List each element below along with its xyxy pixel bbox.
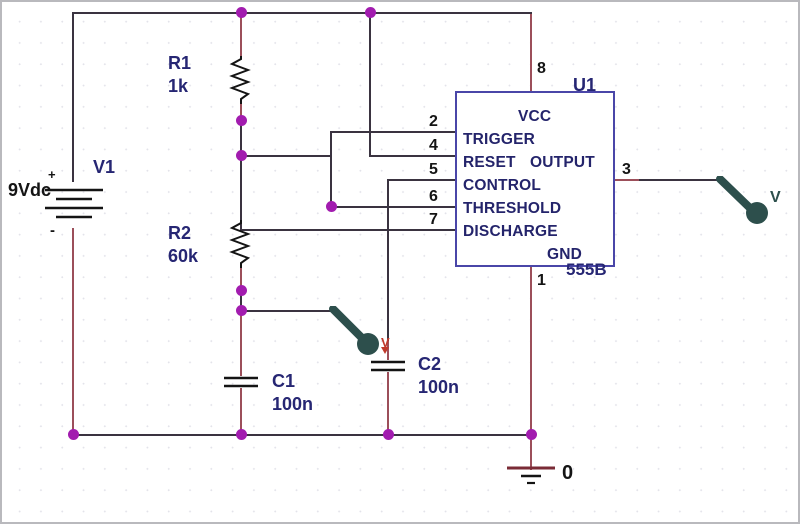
pin-label-output: OUTPUT <box>530 154 595 171</box>
junction-dot-divider <box>236 150 247 161</box>
junction-dot-vcc-reset <box>365 7 376 18</box>
resistor-r1[interactable] <box>228 56 254 104</box>
c2-designator-label: C2 <box>418 354 442 374</box>
pin-label-reset: RESET <box>463 154 516 171</box>
junction-dot-threshold-bus <box>326 201 337 212</box>
junction-dot-r2-lower <box>236 285 247 296</box>
wire-node-to-cap-probe <box>240 310 332 312</box>
pin-label-trigger: TRIGGER <box>463 131 536 148</box>
c2-value-label: 100n <box>418 377 460 397</box>
pin-number-6: 6 <box>429 188 438 205</box>
pin-number-3: 3 <box>622 161 631 178</box>
wire-output-to-probe <box>639 179 722 181</box>
wire-pin3-output-stub <box>615 179 641 181</box>
ground-symbol[interactable] <box>503 464 559 490</box>
junction-dot-gnd-c1 <box>236 429 247 440</box>
ic-part-number-label: 555B <box>566 260 607 279</box>
wire-pin5-control <box>388 179 456 181</box>
wire-vcc-rail-top <box>73 12 532 14</box>
wire-c2-bottom-lead <box>387 372 389 435</box>
pin-number-1: 1 <box>537 272 546 289</box>
pin-number-7: 7 <box>429 211 438 228</box>
ground-net-label: 0 <box>562 462 574 484</box>
wire-gnd-rail-bottom <box>73 434 532 436</box>
r1-designator-label: R1 <box>168 53 192 73</box>
schematic-canvas[interactable]: + - 9Vdc V1 R1 1k R2 60k C1 100n V C2 10… <box>0 0 800 524</box>
junction-dot-gnd-c2 <box>383 429 394 440</box>
pin-number-4: 4 <box>429 137 438 154</box>
junction-dot-gnd-ic <box>526 429 537 440</box>
wire-vcc-to-battery-plus <box>72 12 74 182</box>
r2-designator-label: R2 <box>168 223 192 243</box>
c1-value-label: 100n <box>272 394 314 414</box>
battery-value-label: 9Vdc <box>8 180 52 200</box>
pin-number-2: 2 <box>429 113 438 130</box>
wire-divider-to-trigger-bus <box>240 155 332 157</box>
c2-voltage-marker-arrow-icon <box>381 347 389 354</box>
wire-pin1-gnd-stub <box>530 266 532 435</box>
wire-discharge-riser <box>240 156 242 230</box>
junction-dot-gnd-battery <box>68 429 79 440</box>
pin-label-control: CONTROL <box>463 177 542 194</box>
r2-value-label: 60k <box>168 246 199 266</box>
wire-pin8-vcc-stub <box>530 12 532 92</box>
battery-designator-label: V1 <box>93 157 116 177</box>
grid-dots-background <box>3 3 797 521</box>
pin-label-discharge: DISCHARGE <box>463 223 558 240</box>
wire-threshold-bus <box>330 206 456 208</box>
junction-dot-c1-top <box>236 305 247 316</box>
battery-minus-sign: - <box>50 222 55 239</box>
wire-to-pin2-riser <box>330 132 332 156</box>
resistor-r2[interactable] <box>228 220 254 268</box>
wire-battery-minus-to-gnd-rail <box>72 228 74 435</box>
pin-label-vcc: VCC <box>518 108 552 125</box>
wire-pin4-reset <box>369 155 456 157</box>
ic-designator-label: U1 <box>573 75 597 95</box>
capacitor-c1[interactable] <box>222 374 260 390</box>
pin-number-5: 5 <box>429 161 438 178</box>
output-probe-label: V <box>770 189 781 206</box>
c1-designator-label: C1 <box>272 371 296 391</box>
pin-number-8: 8 <box>537 60 546 77</box>
junction-dot-vcc-r1 <box>236 7 247 18</box>
junction-dot-r1-lower <box>236 115 247 126</box>
pin-label-threshold: THRESHOLD <box>463 200 562 217</box>
wire-vcc-to-reset-drop <box>369 12 371 156</box>
wire-pin7-discharge <box>240 229 456 231</box>
r1-value-label: 1k <box>168 76 189 96</box>
wire-pin2-trigger <box>330 131 456 133</box>
wire-c1-top-lead <box>240 310 242 376</box>
ic-pin-label-group: VCC TRIGGER RESET OUTPUT CONTROL THRESHO… <box>455 91 615 267</box>
wire-r1-top-lead <box>240 12 242 58</box>
